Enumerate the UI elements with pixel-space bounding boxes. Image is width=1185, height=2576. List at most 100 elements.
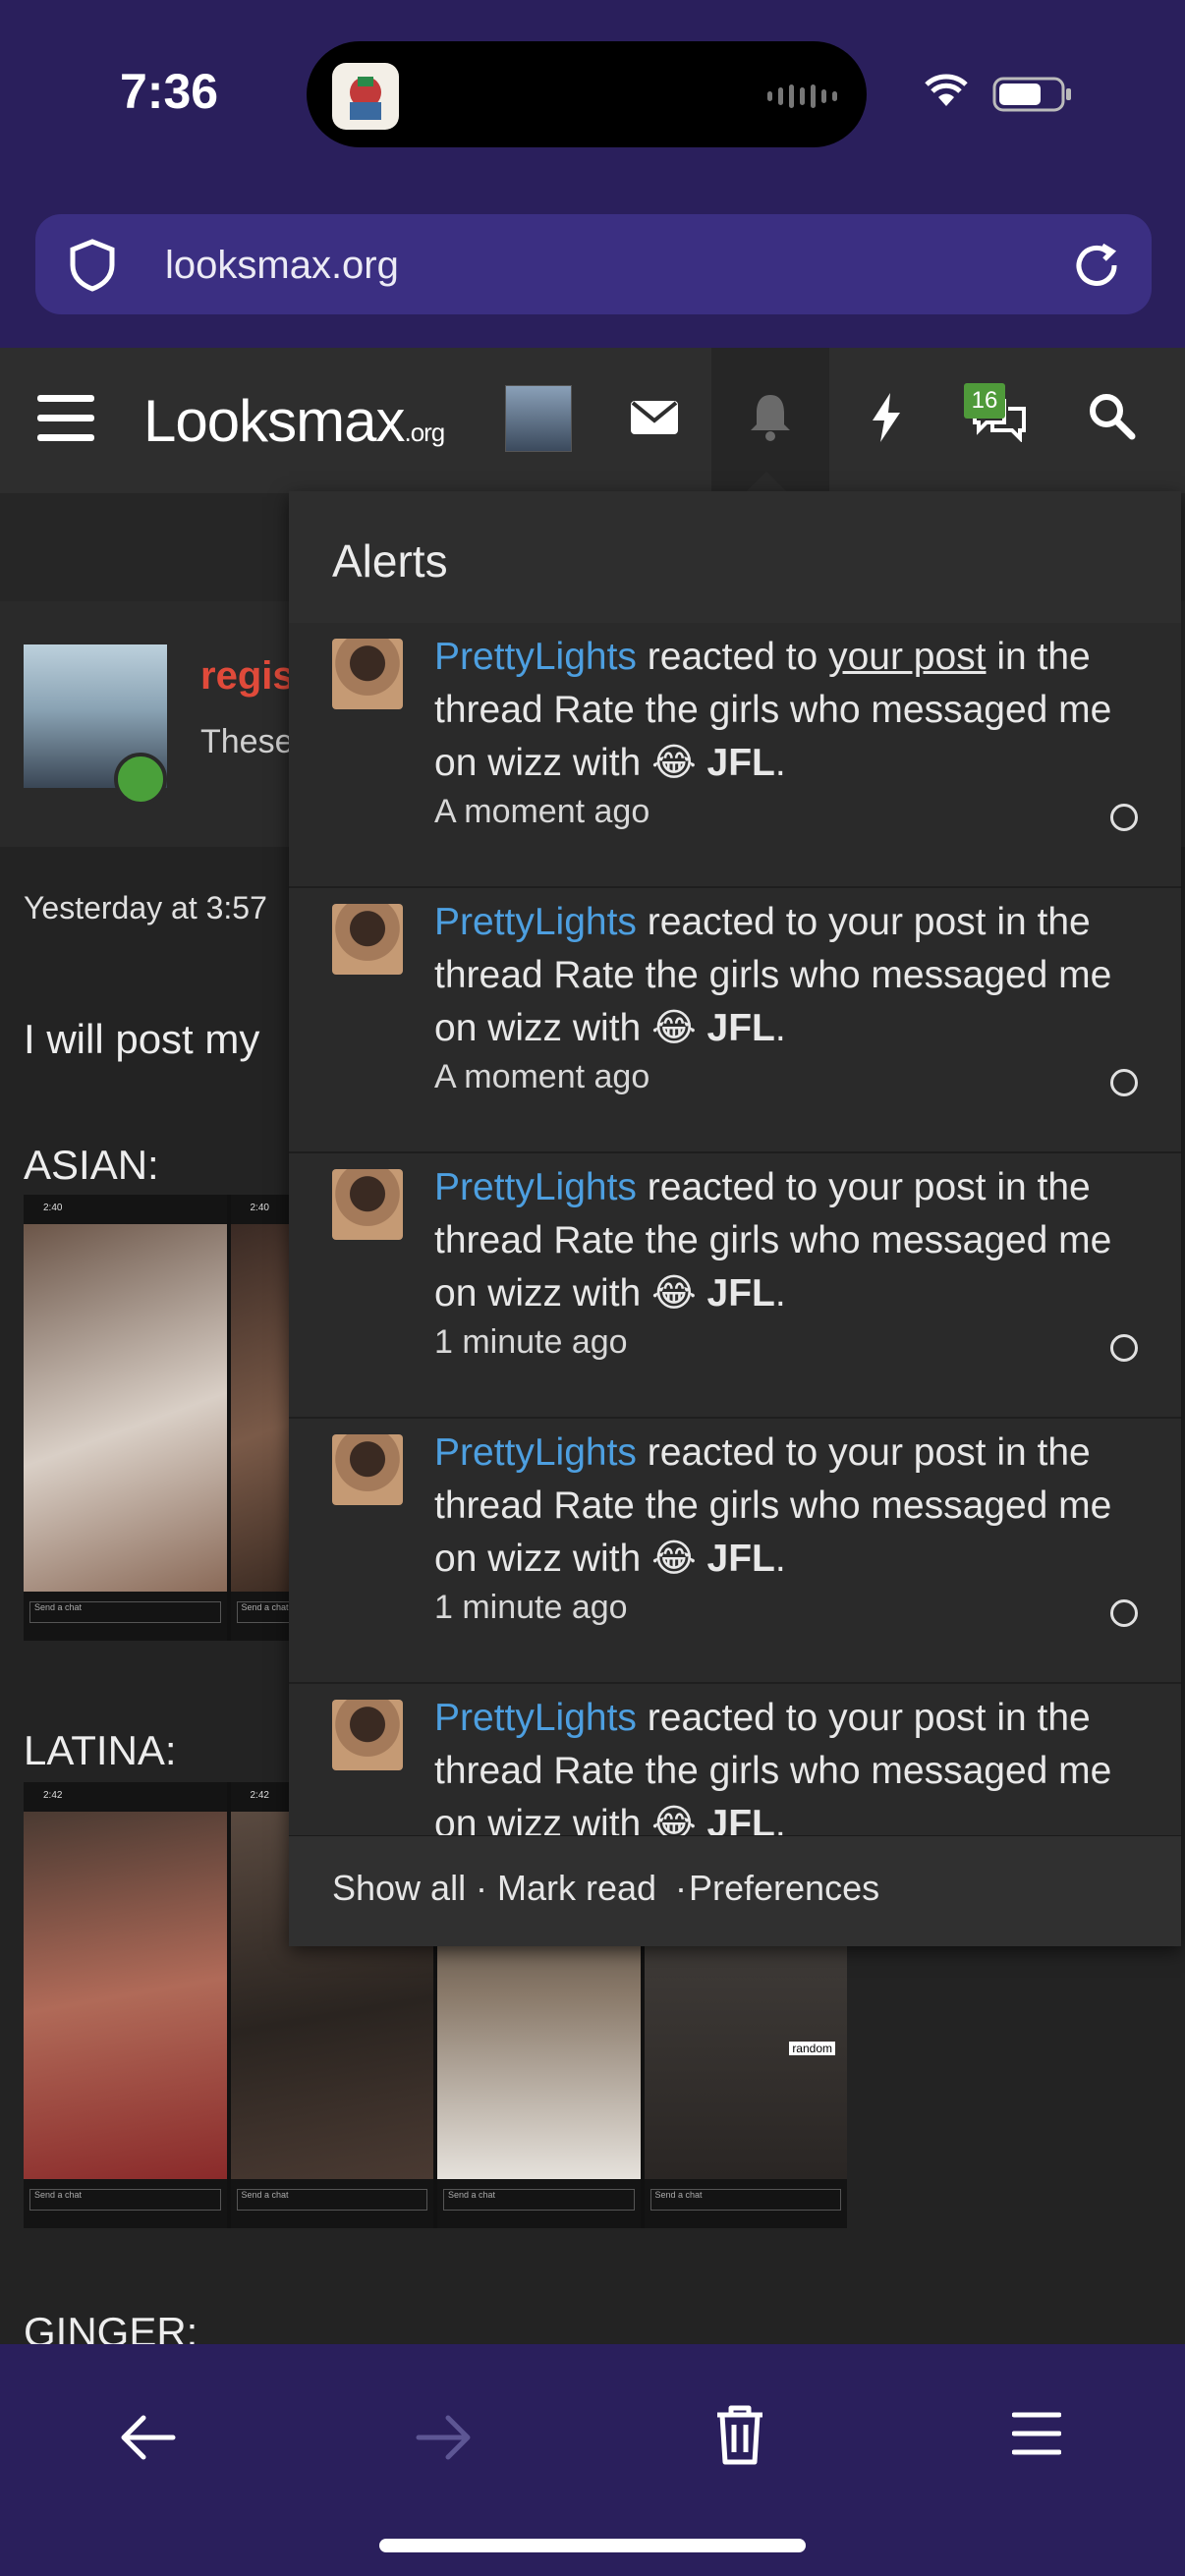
alert-username[interactable]: PrettyLights — [434, 901, 637, 943]
footer-separator: · — [675, 1868, 687, 1908]
site-logo[interactable]: Looksmax.org — [143, 387, 445, 455]
alert-item[interactable]: PrettyLights reacted to your post in the… — [289, 623, 1181, 888]
mark-read-icon[interactable] — [1110, 1069, 1138, 1096]
alerts-pointer — [745, 472, 788, 493]
post-text: I will post my — [24, 1016, 260, 1062]
alert-action: reacted to — [647, 636, 818, 678]
alert-post-link[interactable]: your post — [828, 636, 986, 678]
browser-top-chrome: 7:36 looksmax.org — [0, 0, 1185, 348]
alert-username[interactable]: PrettyLights — [434, 636, 637, 678]
reaction-emoji-icon: 😂 — [651, 741, 697, 785]
alert-user-avatar[interactable] — [332, 639, 403, 709]
alerts-header: Alerts — [289, 491, 1181, 624]
mark-read-icon[interactable] — [1110, 1599, 1138, 1627]
section-label-latina: LATINA: — [24, 1727, 177, 1773]
logo-main: Looksmax — [143, 388, 405, 454]
battery-icon — [992, 77, 1073, 117]
screenshot-time: 2:42 — [43, 1790, 63, 1801]
alert-username[interactable]: PrettyLights — [434, 1697, 637, 1739]
reaction-emoji-icon: 😂 — [651, 1802, 697, 1835]
alert-text: PrettyLights reacted to your post in the… — [434, 1161, 1122, 1364]
section-label-asian: ASIAN: — [24, 1142, 159, 1188]
url-text[interactable]: looksmax.org — [165, 244, 399, 288]
footer-separator: · — [476, 1868, 487, 1908]
alert-text: PrettyLights reacted to your post in the… — [434, 1427, 1122, 1629]
alert-text: PrettyLights reacted to your post in the… — [434, 1692, 1122, 1835]
post-date[interactable]: Yesterday at 3:57 — [24, 890, 267, 926]
back-icon[interactable] — [118, 2413, 177, 2467]
chat-screenshot[interactable]: 2:42 Send a chat — [24, 1782, 227, 2228]
alert-text: PrettyLights reacted to your post in the… — [434, 896, 1122, 1098]
screenshot-time: 2:40 — [43, 1203, 63, 1213]
bolt-icon[interactable] — [867, 391, 906, 449]
mark-read-link[interactable]: Mark read — [497, 1868, 656, 1909]
conversation-count-badge: 16 — [964, 383, 1005, 419]
alert-time: 1 minute ago — [434, 1589, 628, 1626]
alert-reaction: JFL — [706, 742, 775, 784]
reaction-emoji-icon: 😂 — [651, 1006, 697, 1050]
alert-post-link[interactable]: your post — [828, 901, 986, 943]
mark-read-icon[interactable] — [1110, 804, 1138, 831]
site-navbar: Looksmax.org 16 — [0, 348, 1185, 493]
alert-reaction: JFL — [706, 1803, 775, 1835]
alert-post-link[interactable]: your post — [828, 1431, 986, 1474]
shield-icon[interactable] — [63, 236, 122, 300]
alert-action: reacted to — [647, 1697, 818, 1739]
alert-post-link[interactable]: your post — [828, 1166, 986, 1208]
screenshot-chat-bar: Send a chat — [649, 2189, 841, 2211]
screenshot-chat-bar: Send a chat — [29, 2189, 221, 2211]
alert-reaction: JFL — [706, 1007, 775, 1049]
wifi-icon — [924, 73, 969, 113]
audio-waveform-icon — [767, 84, 837, 108]
alert-text: PrettyLights reacted to your post in the… — [434, 631, 1122, 833]
alerts-title: Alerts — [332, 535, 448, 587]
trash-icon[interactable] — [713, 2403, 766, 2471]
alert-user-avatar[interactable] — [332, 1700, 403, 1770]
status-time: 7:36 — [120, 64, 219, 119]
reaction-emoji-icon: 😂 — [651, 1537, 697, 1581]
screenshot-time: 2:40 — [250, 1203, 269, 1213]
reload-icon[interactable] — [1067, 236, 1126, 300]
browser-menu-icon[interactable] — [1011, 2409, 1062, 2463]
alert-item[interactable]: PrettyLights reacted to your post in the… — [289, 888, 1181, 1153]
dynamic-island — [307, 41, 867, 147]
alert-user-avatar[interactable] — [332, 1169, 403, 1240]
alert-user-avatar[interactable] — [332, 1434, 403, 1505]
alert-time: A moment ago — [434, 1058, 650, 1095]
alert-reaction: JFL — [706, 1272, 775, 1315]
alert-action: reacted to — [647, 1166, 818, 1208]
alert-item[interactable]: PrettyLights reacted to your post in the… — [289, 1684, 1181, 1835]
alert-time: A moment ago — [434, 793, 650, 830]
url-bar[interactable]: looksmax.org — [35, 214, 1152, 314]
mail-icon[interactable] — [629, 391, 680, 447]
alert-username[interactable]: PrettyLights — [434, 1431, 637, 1474]
alert-action: reacted to — [647, 1431, 818, 1474]
reaction-emoji-icon: 😂 — [651, 1271, 697, 1316]
screenshot-chat-bar: Send a chat — [236, 2189, 427, 2211]
menu-icon[interactable] — [37, 391, 96, 451]
now-playing-artwork — [332, 63, 399, 130]
post-username[interactable]: regis — [200, 654, 295, 699]
alert-item[interactable]: PrettyLights reacted to your post in the… — [289, 1153, 1181, 1419]
alert-item[interactable]: PrettyLights reacted to your post in the… — [289, 1419, 1181, 1684]
home-indicator — [379, 2539, 806, 2552]
alerts-panel: Alerts PrettyLights reacted to your post… — [289, 491, 1181, 1946]
mark-read-icon[interactable] — [1110, 1334, 1138, 1362]
preferences-link[interactable]: Preferences — [689, 1868, 879, 1909]
alert-username[interactable]: PrettyLights — [434, 1166, 637, 1208]
random-tag: random — [789, 2042, 835, 2055]
alert-post-link[interactable]: your post — [828, 1697, 986, 1739]
search-icon[interactable] — [1087, 391, 1136, 445]
account-avatar[interactable] — [505, 385, 572, 452]
alerts-list: PrettyLights reacted to your post in the… — [289, 623, 1181, 1835]
screenshot-time: 2:42 — [250, 1790, 269, 1801]
forward-icon[interactable] — [415, 2413, 474, 2467]
alert-action: reacted to — [647, 901, 818, 943]
alert-user-avatar[interactable] — [332, 904, 403, 975]
post-user-title: These — [200, 723, 294, 760]
show-all-link[interactable]: Show all — [332, 1868, 466, 1909]
logo-suffix: .org — [404, 418, 445, 447]
screenshot-chat-bar: Send a chat — [29, 1601, 221, 1623]
screenshot-chat-bar: Send a chat — [443, 2189, 635, 2211]
chat-screenshot[interactable]: 2:40 Send a chat — [24, 1195, 227, 1641]
